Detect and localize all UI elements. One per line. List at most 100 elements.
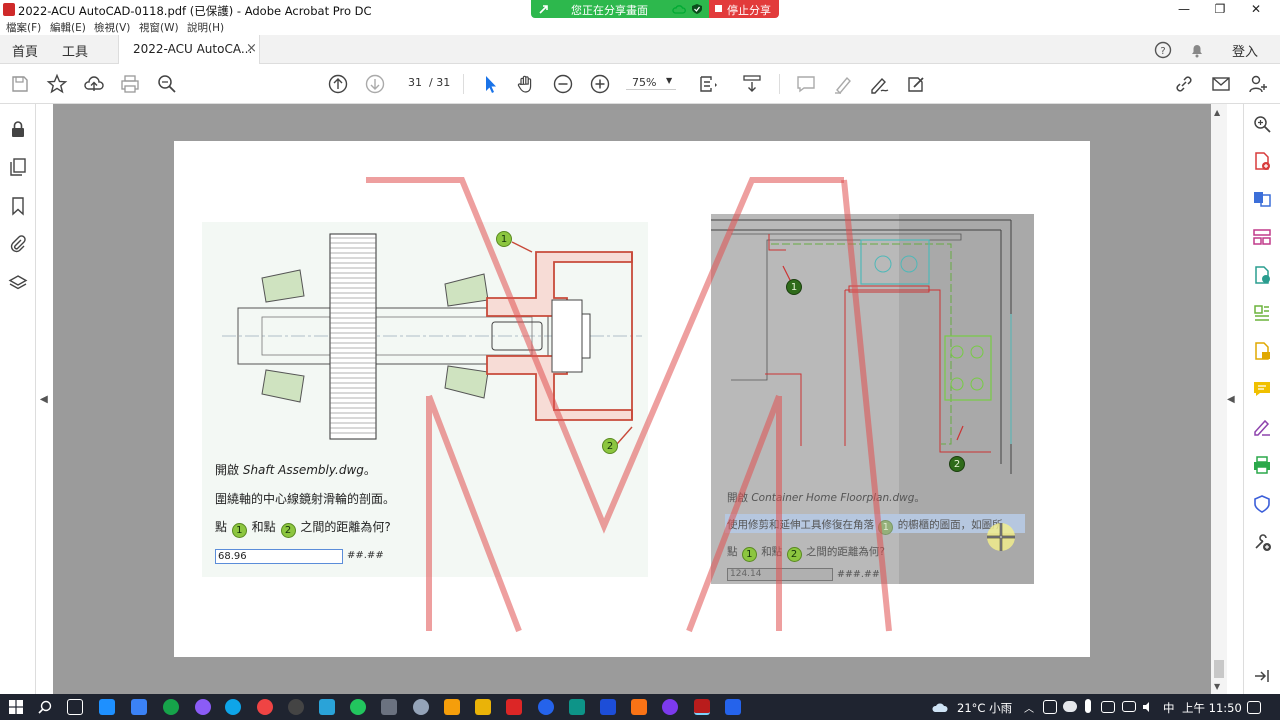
save-icon[interactable] bbox=[9, 73, 31, 95]
pages-thumbnail-icon[interactable] bbox=[8, 157, 28, 177]
menu-file[interactable]: 檔案(F) bbox=[6, 20, 41, 35]
onedrive-icon[interactable] bbox=[1063, 701, 1077, 712]
scroll-up-icon[interactable]: ▲ bbox=[1214, 108, 1220, 117]
chevron-up-icon[interactable]: ︿ bbox=[1024, 700, 1034, 715]
previous-page-icon[interactable] bbox=[327, 73, 349, 95]
create-pdf-icon[interactable] bbox=[1252, 151, 1272, 171]
export-pdf-icon[interactable] bbox=[1252, 265, 1272, 285]
scrollbar-thumb[interactable] bbox=[1214, 660, 1224, 678]
app-icon[interactable] bbox=[538, 699, 554, 715]
window-title: 2022-ACU AutoCAD-0118.pdf (已保護) - Adobe … bbox=[18, 4, 372, 18]
lock-icon[interactable] bbox=[8, 119, 28, 139]
sign-icon[interactable] bbox=[868, 73, 890, 95]
menu-help[interactable]: 說明(H) bbox=[187, 20, 224, 35]
add-user-icon[interactable] bbox=[1247, 73, 1269, 95]
ime-indicator[interactable]: 中 bbox=[1163, 700, 1175, 716]
app-icon[interactable] bbox=[444, 699, 460, 715]
next-page-icon[interactable] bbox=[364, 73, 386, 95]
fill-sign-icon[interactable] bbox=[905, 73, 927, 95]
zoom-search-icon[interactable] bbox=[1252, 114, 1272, 134]
autocad-app-icon[interactable] bbox=[506, 699, 522, 715]
tab-tools[interactable]: 工具 bbox=[62, 41, 88, 60]
pen-tray-icon[interactable] bbox=[1101, 701, 1115, 713]
bookmark-icon[interactable] bbox=[8, 196, 28, 216]
signin-button[interactable]: 登入 bbox=[1232, 41, 1258, 60]
app-icon[interactable] bbox=[662, 699, 678, 715]
microphone-icon[interactable] bbox=[1085, 699, 1091, 713]
organize-pages-icon[interactable] bbox=[1252, 227, 1272, 247]
upload-cloud-icon[interactable] bbox=[83, 73, 105, 95]
telegram-app-icon[interactable] bbox=[319, 699, 335, 715]
right-panel-toggle-icon[interactable]: ◀ bbox=[1227, 394, 1235, 405]
more-tools-icon[interactable] bbox=[1252, 532, 1272, 552]
close-window-button[interactable]: ✕ bbox=[1233, 0, 1279, 19]
network-icon[interactable] bbox=[1122, 701, 1136, 712]
obs-app-icon[interactable] bbox=[288, 699, 304, 715]
question-part: 之間的距離為何? bbox=[805, 546, 885, 558]
print-production-icon[interactable] bbox=[1252, 455, 1272, 475]
revit-app-icon[interactable] bbox=[600, 699, 616, 715]
app-icon[interactable] bbox=[569, 699, 585, 715]
search-zoom-icon[interactable] bbox=[156, 73, 178, 95]
inventor-app-icon[interactable] bbox=[631, 699, 647, 715]
clock[interactable]: 上午 11:50 bbox=[1182, 700, 1242, 716]
layers-icon[interactable] bbox=[8, 273, 28, 293]
comment-icon[interactable] bbox=[795, 73, 817, 95]
expand-panel-icon[interactable] bbox=[1252, 666, 1272, 686]
line-app-icon[interactable] bbox=[350, 699, 366, 715]
menu-window[interactable]: 視窗(W) bbox=[139, 20, 179, 35]
floorplan-answer-input[interactable]: 124.14 bbox=[727, 568, 833, 581]
chrome-browser-icon[interactable] bbox=[257, 699, 273, 715]
select-cursor-icon[interactable] bbox=[479, 73, 501, 95]
zoom-out-icon[interactable] bbox=[552, 73, 574, 95]
mail-app-icon[interactable] bbox=[99, 699, 115, 715]
tab-document[interactable]: 2022-ACU AutoCA... × bbox=[118, 35, 260, 64]
fill-and-sign-icon[interactable] bbox=[1252, 417, 1272, 437]
file-explorer-icon[interactable] bbox=[475, 699, 491, 715]
task-view-icon[interactable] bbox=[67, 699, 83, 715]
bell-icon[interactable] bbox=[1188, 41, 1206, 59]
left-panel-toggle-icon[interactable]: ◀ bbox=[40, 394, 48, 405]
email-icon[interactable] bbox=[1210, 73, 1232, 95]
tray-app-icon[interactable] bbox=[1043, 700, 1057, 714]
page-number-input[interactable]: 31 bbox=[405, 76, 425, 89]
xbox-app-icon[interactable] bbox=[163, 699, 179, 715]
weather-text[interactable]: 21°C 小雨 bbox=[957, 700, 1012, 716]
tab-close-button[interactable]: × bbox=[246, 41, 257, 56]
fill-form-icon[interactable] bbox=[1252, 341, 1272, 361]
edge-browser-icon[interactable] bbox=[225, 699, 241, 715]
answer-input[interactable]: 68.96 bbox=[215, 549, 343, 564]
tab-home[interactable]: 首頁 bbox=[12, 41, 38, 60]
stop-sharing-button[interactable]: 停止分享 bbox=[709, 0, 779, 18]
share-link-icon[interactable] bbox=[1173, 73, 1195, 95]
edit-pdf-icon[interactable] bbox=[1252, 303, 1272, 323]
scroll-mode-icon[interactable] bbox=[741, 73, 763, 95]
media-app-icon[interactable] bbox=[195, 699, 211, 715]
vertical-scrollbar[interactable]: ▲ ▼ bbox=[1211, 104, 1227, 694]
app-icon[interactable] bbox=[381, 699, 397, 715]
page-fit-icon[interactable] bbox=[697, 73, 719, 95]
acrobat-taskbar-icon[interactable] bbox=[694, 699, 710, 715]
star-icon[interactable] bbox=[46, 73, 68, 95]
protect-icon[interactable] bbox=[1252, 494, 1272, 514]
highlight-pen-icon[interactable] bbox=[832, 73, 854, 95]
store-app-icon[interactable] bbox=[131, 699, 147, 715]
hand-tool-icon[interactable] bbox=[515, 73, 537, 95]
attachment-icon[interactable] bbox=[8, 234, 28, 254]
combine-files-icon[interactable] bbox=[1252, 189, 1272, 209]
menu-view[interactable]: 檢視(V) bbox=[94, 20, 130, 35]
volume-icon[interactable] bbox=[1142, 701, 1154, 713]
zoom-select[interactable]: 75% ▼ bbox=[626, 76, 676, 90]
scroll-down-icon[interactable]: ▼ bbox=[1214, 682, 1220, 691]
menu-edit[interactable]: 編輯(E) bbox=[50, 20, 86, 35]
help-icon[interactable]: ? bbox=[1154, 41, 1172, 59]
comment-tool-icon[interactable] bbox=[1252, 379, 1272, 399]
notification-center-icon[interactable] bbox=[1247, 701, 1261, 714]
zoom-in-icon[interactable] bbox=[589, 73, 611, 95]
print-icon[interactable] bbox=[119, 73, 141, 95]
file-name: Container Home Floorplan.dwg bbox=[751, 492, 915, 504]
app-icon[interactable] bbox=[413, 699, 429, 715]
taskbar-search-icon[interactable] bbox=[37, 699, 53, 715]
zoom-app-icon[interactable] bbox=[725, 699, 741, 715]
windows-start-icon[interactable] bbox=[9, 700, 23, 714]
